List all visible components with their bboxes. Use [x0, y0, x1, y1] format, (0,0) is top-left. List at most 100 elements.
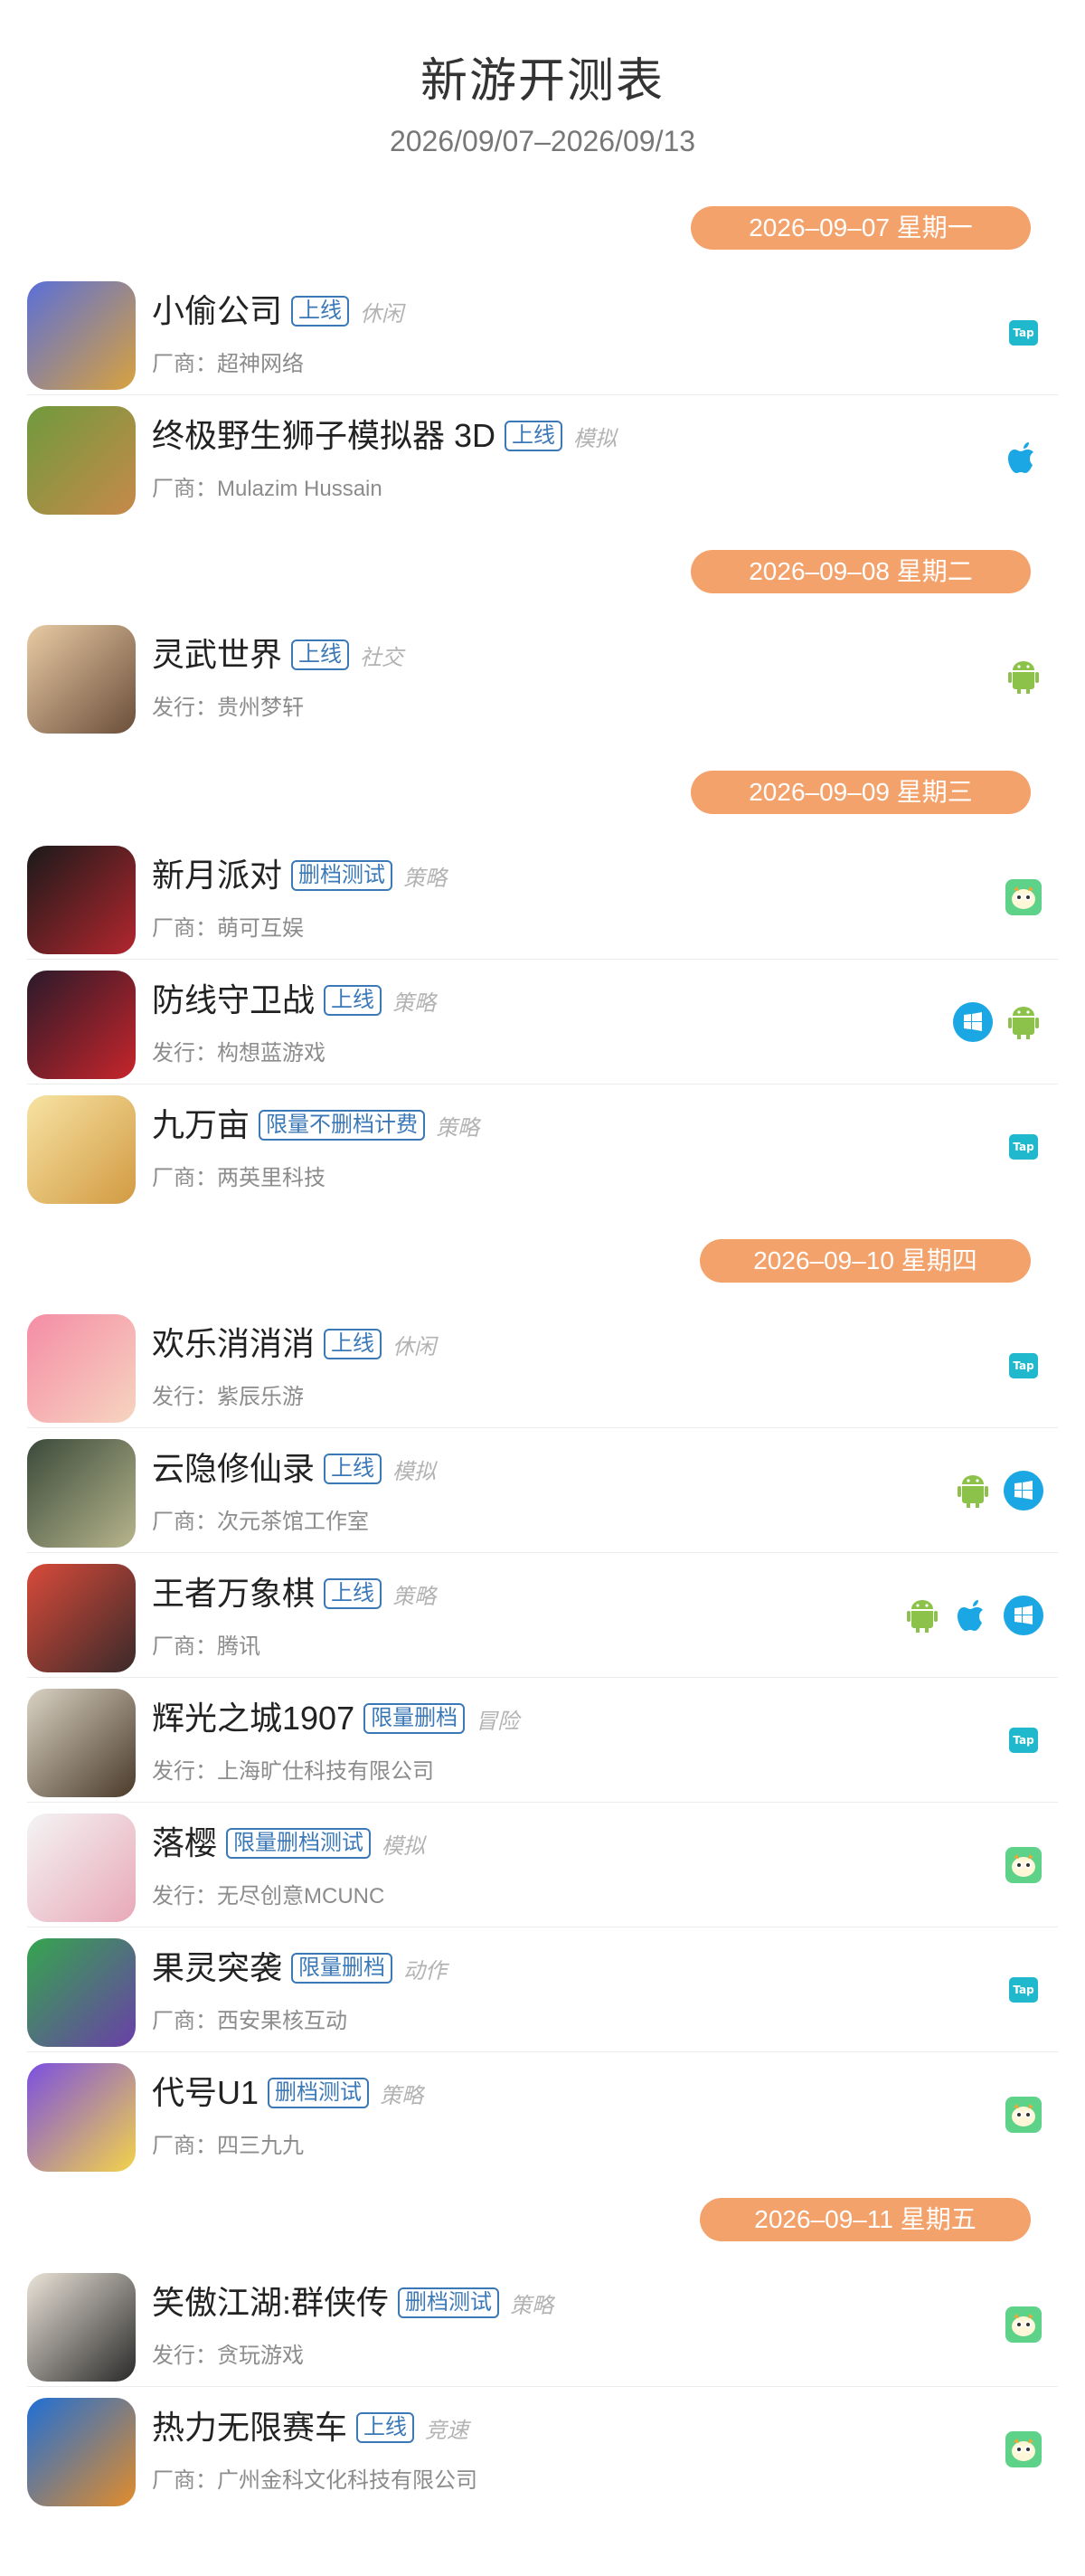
windows-icon: [953, 1002, 993, 1042]
kuaibao-icon: [1004, 2429, 1043, 2469]
game-icon[interactable]: [27, 1689, 136, 1797]
game-icon[interactable]: [27, 1314, 136, 1423]
game-name[interactable]: 防线守卫战: [152, 980, 315, 1020]
game-row[interactable]: 欢乐消消消 上线 休闲 发行：紫辰乐游 Tap: [27, 1302, 1058, 1428]
game-row[interactable]: 新月派对 删档测试 策略 厂商：萌可互娱: [27, 834, 1058, 960]
game-name[interactable]: 云隐修仙录: [152, 1449, 315, 1489]
game-icon[interactable]: [27, 971, 136, 1079]
status-badge: 删档测试: [398, 2287, 500, 2318]
game-icon[interactable]: [27, 1439, 136, 1548]
genre-label: 模拟: [392, 1459, 437, 1484]
game-name[interactable]: 落樱: [152, 1823, 217, 1863]
game-icon[interactable]: [27, 1814, 136, 1922]
genre-label: 策略: [392, 990, 437, 1016]
game-row[interactable]: 落樱 限量删档测试 模拟 发行：无尽创意MCUNC: [27, 1802, 1058, 1927]
game-title-line: 九万亩 限量不删档计费 策略: [152, 1105, 479, 1145]
taptap-icon: Tap: [1004, 313, 1043, 353]
game-icon[interactable]: [27, 2273, 136, 2382]
status-badge: 上线: [505, 421, 563, 451]
game-icon[interactable]: [27, 1095, 136, 1204]
game-icon[interactable]: [27, 625, 136, 734]
game-row[interactable]: 笑傲江湖:群侠传 删档测试 策略发行：贪玩游戏: [27, 2261, 1058, 2387]
kuaibao-icon: [1004, 2305, 1043, 2344]
taptap-icon: Tap: [1004, 1970, 1043, 2010]
game-title-line: 笑傲江湖:群侠传 删档测试 策略: [152, 2283, 553, 2323]
game-icon[interactable]: [27, 406, 136, 515]
platform-icons: [953, 1471, 1043, 1511]
status-badge: 上线: [324, 985, 382, 1016]
genre-label: 策略: [436, 1115, 480, 1141]
game-name[interactable]: 辉光之城1907: [152, 1699, 354, 1738]
platform-icons: [1004, 657, 1043, 696]
genre-label: 模拟: [573, 426, 618, 451]
game-icon[interactable]: [27, 846, 136, 954]
company-label: 厂商：Mulazim Hussain: [152, 477, 382, 501]
company-label: 发行：构想蓝游戏: [152, 1041, 326, 1065]
game-row[interactable]: 果灵突袭 限量删档 动作 厂商：西安果核互动 Tap: [27, 1927, 1058, 2052]
game-name[interactable]: 新月派对: [152, 856, 282, 895]
game-row[interactable]: 代号U1 删档测试 策略 厂商：四三九九: [27, 2051, 1058, 2176]
company-label: 发行：上海旷仕科技有限公司: [152, 1759, 434, 1784]
game-row[interactable]: 云隐修仙录 上线 模拟 厂商：次元茶馆工作室: [27, 1427, 1058, 1553]
game-icon[interactable]: [27, 2398, 136, 2506]
game-icon[interactable]: [27, 1564, 136, 1672]
platform-icons: [1004, 2095, 1043, 2135]
game-name[interactable]: 终极野生狮子模拟器 3D: [152, 416, 495, 456]
game-title-line: 王者万象棋 上线 策略: [152, 1574, 436, 1614]
android-icon: [1004, 657, 1043, 696]
game-name[interactable]: 欢乐消消消: [152, 1324, 315, 1364]
company-label: 厂商：超神网络: [152, 352, 304, 376]
company-label: 发行：贪玩游戏: [152, 2344, 304, 2368]
genre-label: 休闲: [392, 1334, 437, 1359]
platform-icons: [1004, 1845, 1043, 1885]
taptap-icon: Tap: [1004, 1720, 1043, 1760]
game-name[interactable]: 笑傲江湖:群侠传: [152, 2283, 389, 2323]
genre-label: 策略: [510, 2293, 554, 2318]
platform-icons: Tap: [1004, 313, 1043, 353]
game-row[interactable]: 终极野生狮子模拟器 3D 上线 模拟厂商：Mulazim Hussain: [27, 394, 1058, 519]
game-icon[interactable]: [27, 1938, 136, 2047]
game-title-line: 小偷公司 上线 休闲: [152, 291, 403, 331]
platform-icons: [953, 1002, 1043, 1042]
status-badge: 限量删档: [291, 1953, 393, 1984]
game-row[interactable]: 九万亩 限量不删档计费 策略 厂商：两英里科技 Tap: [27, 1084, 1058, 1208]
date-header: 2026–09–08 星期二: [691, 550, 1031, 593]
company-label: 厂商：次元茶馆工作室: [152, 1510, 369, 1534]
game-name[interactable]: 小偷公司: [152, 291, 282, 331]
game-row[interactable]: 辉光之城1907 限量删档 冒险发行：上海旷仕科技有限公司 Tap: [27, 1677, 1058, 1803]
game-title-line: 终极野生狮子模拟器 3D 上线 模拟: [152, 416, 617, 456]
game-name[interactable]: 九万亩: [152, 1105, 250, 1145]
game-name[interactable]: 王者万象棋: [152, 1574, 315, 1614]
apple-icon: [953, 1596, 993, 1635]
windows-icon: [1004, 1596, 1043, 1635]
game-row[interactable]: 灵武世界 上线 社交发行：贵州梦轩: [27, 613, 1058, 738]
game-name[interactable]: 灵武世界: [152, 635, 282, 675]
game-name[interactable]: 热力无限赛车: [152, 2408, 347, 2448]
game-row[interactable]: 小偷公司 上线 休闲厂商：超神网络 Tap: [27, 270, 1058, 395]
platform-icons: Tap: [1004, 1346, 1043, 1386]
genre-label: 策略: [403, 866, 448, 891]
taptap-icon: Tap: [1004, 1127, 1043, 1167]
date-range: 2026/09/07–2026/09/13: [389, 125, 696, 157]
game-icon[interactable]: [27, 2063, 136, 2172]
game-title-line: 新月派对 删档测试 策略: [152, 856, 447, 895]
game-row[interactable]: 王者万象棋 上线 策略 厂商：腾讯: [27, 1552, 1058, 1678]
status-badge: 限量不删档计费: [259, 1110, 426, 1141]
game-name[interactable]: 果灵突袭: [152, 1948, 282, 1988]
platform-icons: Tap: [1004, 1127, 1043, 1167]
game-name[interactable]: 代号U1: [152, 2073, 259, 2113]
game-title-line: 灵武世界 上线 社交: [152, 635, 403, 675]
game-icon[interactable]: [27, 281, 136, 390]
genre-label: 策略: [392, 1584, 437, 1609]
company-label: 厂商：广州金科文化科技有限公司: [152, 2468, 477, 2493]
date-header: 2026–09–07 星期一: [691, 206, 1031, 250]
status-badge: 上线: [324, 1578, 382, 1609]
company-label: 发行：贵州梦轩: [152, 696, 304, 720]
game-row[interactable]: 防线守卫战 上线 策略发行：构想蓝游戏: [27, 959, 1058, 1084]
windows-icon: [1004, 1471, 1043, 1511]
genre-label: 冒险: [476, 1709, 520, 1734]
genre-label: 休闲: [360, 301, 404, 327]
game-row[interactable]: 热力无限赛车 上线 竞速 厂商：广州金科文化科技有限公司: [27, 2386, 1058, 2511]
status-badge: 限量删档: [363, 1703, 466, 1734]
status-badge: 上线: [291, 639, 350, 670]
